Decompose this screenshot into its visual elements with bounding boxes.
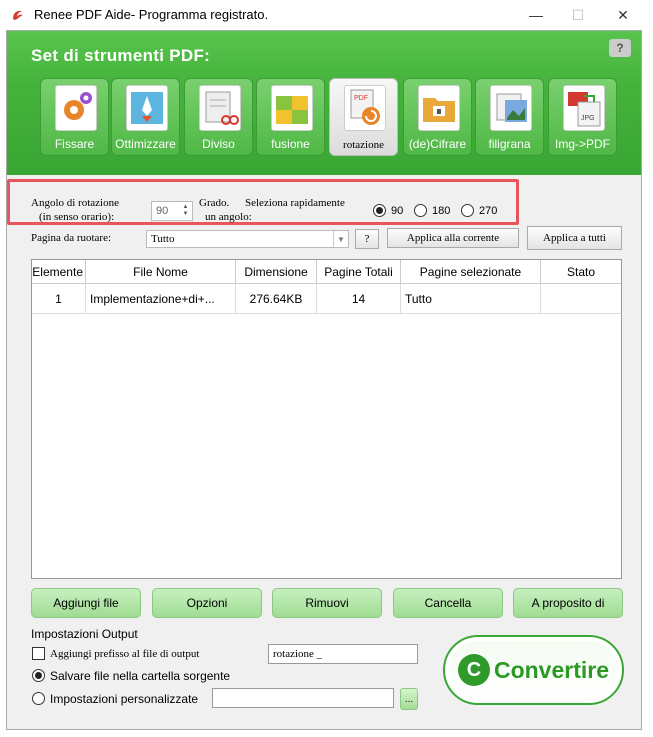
column-header-pagine-selezionate[interactable]: Pagine selezionate — [401, 260, 541, 284]
tool-rotazione[interactable]: PDF rotazione — [329, 78, 398, 156]
tool-fissare[interactable]: Fissare — [40, 78, 109, 156]
rocket-icon — [126, 85, 168, 131]
radio-90[interactable] — [373, 204, 386, 217]
chevron-down-icon: ▼ — [333, 231, 348, 247]
convert-icon: C — [457, 654, 490, 686]
tool-fusione[interactable]: fusione — [256, 78, 325, 156]
radio-180-label: 180 — [432, 205, 451, 217]
scissors-icon — [199, 85, 241, 131]
tool-label: (de)Cifrare — [408, 137, 467, 151]
custom-path-input[interactable] — [212, 688, 394, 708]
rotate-icon: PDF — [344, 85, 386, 131]
close-button[interactable]: ✕ — [600, 0, 646, 30]
prefix-label: Aggiungi prefisso al file di output — [50, 648, 200, 660]
radio-save-source[interactable] — [32, 669, 45, 682]
cell-selected-pages: Tutto — [401, 284, 541, 314]
cell-status — [541, 284, 621, 314]
tool-ottimizzare[interactable]: Ottimizzare — [111, 78, 180, 156]
save-source-label: Salvare file nella cartella sorgente — [50, 669, 231, 683]
convert-label: Convertire — [493, 656, 610, 683]
radio-270[interactable] — [461, 204, 474, 217]
about-button[interactable]: A proposito di — [513, 588, 623, 618]
convert-button-face: C Convertire — [449, 641, 618, 699]
tool-decifrare[interactable]: (de)Cifrare — [403, 78, 472, 156]
cell-file-name: Implementazione+di+... — [86, 284, 236, 314]
tool-filigrana[interactable]: filigrana — [475, 78, 544, 156]
apply-all-button[interactable]: Applica a tutti — [527, 226, 622, 250]
tool-label: Img->PDF — [554, 137, 610, 151]
tool-diviso[interactable]: Diviso — [184, 78, 253, 156]
quick-select-label-line1: Seleziona rapidamente — [245, 197, 345, 209]
file-table[interactable]: Elemente File Nome Dimensione Pagine Tot… — [31, 259, 622, 579]
column-header-pagine-totali[interactable]: Pagine Totali — [317, 260, 401, 284]
angle-value: 90 — [156, 205, 169, 217]
angle-label-line2: (in senso orario): — [39, 211, 115, 223]
cell-index: 1 — [32, 284, 86, 314]
output-settings-title: Impostazioni Output — [31, 627, 138, 641]
gears-icon — [55, 85, 97, 131]
quick-select-label-line2: un angolo: — [205, 211, 252, 223]
cell-size: 276.64KB — [236, 284, 317, 314]
prefix-checkbox[interactable] — [32, 647, 45, 660]
watermark-icon — [490, 85, 532, 131]
angle-spinner[interactable]: 90 ▲ ▼ — [151, 201, 193, 221]
spinner-arrows-icon[interactable]: ▲ ▼ — [181, 204, 190, 218]
radio-custom-settings[interactable] — [32, 692, 45, 705]
tool-label: rotazione — [343, 139, 384, 151]
custom-settings-label: Impostazioni personalizzate — [50, 692, 199, 706]
folder-lock-icon — [418, 85, 460, 131]
main-window: Set di strumenti PDF: ? Fissare Ottimizz… — [6, 30, 642, 730]
radio-180[interactable] — [414, 204, 427, 217]
column-header-stato[interactable]: Stato — [541, 260, 621, 284]
prefix-input[interactable]: rotazione _ — [268, 644, 418, 664]
add-file-button[interactable]: Aggiungi file — [31, 588, 141, 618]
toolbar-title: Set di strumenti PDF: — [31, 46, 211, 65]
pages-select-value: Tutto — [151, 233, 175, 245]
tool-label: filigrana — [488, 137, 531, 151]
svg-text:JPG: JPG — [581, 115, 595, 122]
pages-help-button[interactable]: ? — [355, 229, 379, 249]
app-logo-icon — [13, 10, 23, 20]
image-to-pdf-icon: JPG — [563, 85, 605, 131]
minimize-button[interactable]: — — [513, 0, 559, 30]
help-button[interactable]: ? — [609, 39, 631, 57]
column-header-dimensione[interactable]: Dimensione — [236, 260, 317, 284]
puzzle-icon — [271, 85, 313, 131]
pages-select[interactable]: Tutto ▼ — [146, 230, 349, 248]
cell-total-pages: 14 — [317, 284, 401, 314]
options-button[interactable]: Opzioni — [152, 588, 262, 618]
clear-button[interactable]: Cancella — [393, 588, 503, 618]
tool-img-to-pdf[interactable]: JPG Img->PDF — [548, 78, 617, 156]
window-title: Renee PDF Aide- Programma registrato. — [34, 7, 269, 22]
tool-label: fusione — [271, 137, 310, 151]
angle-label-line1: Angolo di rotazione — [31, 197, 119, 209]
svg-text:PDF: PDF — [354, 95, 368, 102]
convert-button[interactable]: C Convertire — [443, 635, 624, 705]
title-bar: Renee PDF Aide- Programma registrato. — … — [0, 0, 653, 30]
remove-button[interactable]: Rimuovi — [272, 588, 382, 618]
browse-button[interactable]: ... — [400, 688, 418, 710]
tool-label: Diviso — [202, 137, 235, 151]
maximize-button[interactable]: ☐ — [555, 0, 601, 30]
pages-label: Pagina da ruotare: — [31, 232, 112, 244]
tool-label: Fissare — [54, 137, 95, 151]
toolbar-header: Set di strumenti PDF: ? Fissare Ottimizz… — [7, 31, 641, 175]
column-header-elemente[interactable]: Elemente — [32, 260, 86, 284]
column-header-file-nome[interactable]: File Nome — [86, 260, 236, 284]
tool-label: Ottimizzare — [115, 137, 176, 151]
radio-90-label: 90 — [391, 205, 404, 217]
apply-current-button[interactable]: Applica alla corrente — [387, 228, 519, 248]
grade-label: Grado. — [199, 197, 230, 209]
radio-270-label: 270 — [479, 205, 498, 217]
